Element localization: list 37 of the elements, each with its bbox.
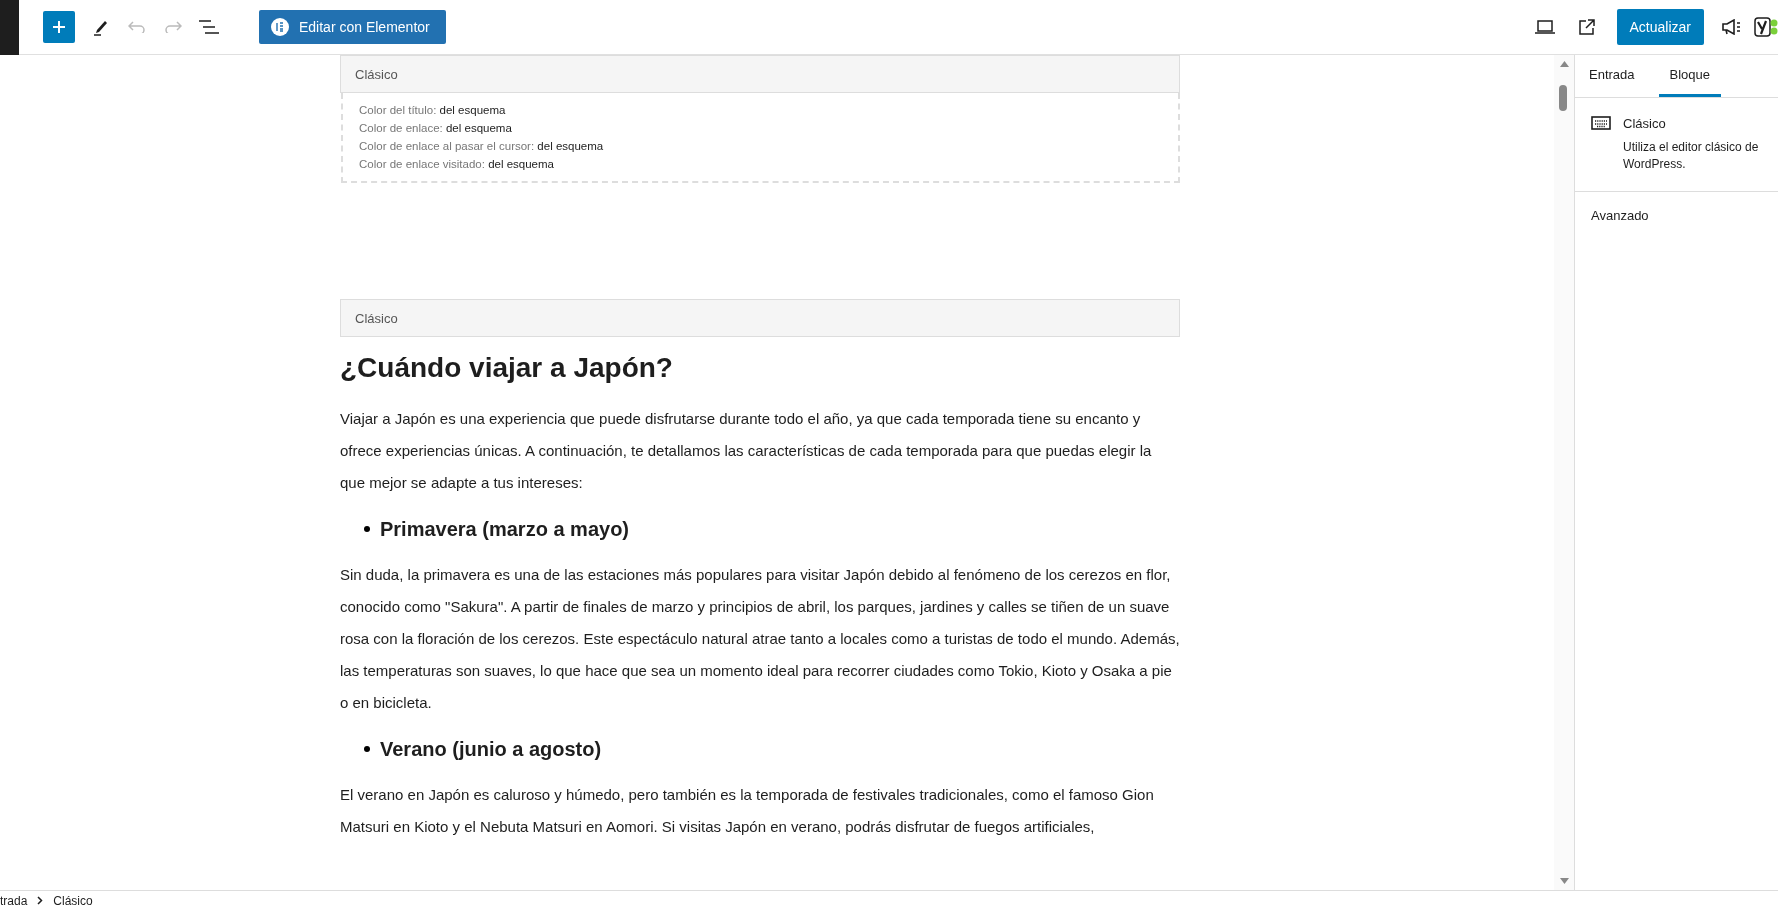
bullet-icon bbox=[364, 746, 370, 752]
scroll-up-icon[interactable] bbox=[1560, 61, 1569, 67]
subheading: Verano (junio a agosto) bbox=[380, 737, 602, 762]
setting-line: Color de enlace al pasar el cursor: del esquema bbox=[359, 139, 605, 154]
sidebar-tab[interactable]: Bloque bbox=[1658, 55, 1722, 97]
list-view-icon[interactable] bbox=[199, 20, 219, 34]
elementor-logo-icon bbox=[271, 18, 289, 36]
setting-line: Color del título: del esquema bbox=[359, 103, 507, 118]
block-header[interactable]: Clásico bbox=[340, 55, 1180, 93]
plus-icon bbox=[51, 19, 67, 35]
block-description: Utiliza el editor clásico de WordPress. bbox=[1623, 139, 1760, 173]
edit-with-elementor-button[interactable]: Editar con Elementor bbox=[259, 10, 446, 44]
pencil-icon[interactable] bbox=[93, 18, 109, 36]
subheading: Primavera (marzo a mayo) bbox=[380, 517, 629, 542]
update-button[interactable]: Actualizar bbox=[1616, 9, 1704, 45]
sidebar-edge bbox=[0, 0, 19, 55]
heading: ¿Cuándo viajar a Japón? bbox=[340, 351, 674, 385]
sidebar-tab[interactable]: Entrada bbox=[1581, 55, 1643, 97]
laptop-icon[interactable] bbox=[1534, 20, 1555, 34]
block-header[interactable]: Clásico bbox=[340, 299, 1180, 337]
megaphone-icon[interactable] bbox=[1722, 19, 1742, 35]
scroll-down-icon[interactable] bbox=[1560, 878, 1569, 884]
chevron-right-icon bbox=[37, 896, 44, 905]
external-link-icon[interactable] bbox=[1578, 19, 1595, 35]
breadcrumb-item[interactable]: Clásico bbox=[53, 893, 93, 908]
paragraph: Sin duda, la primavera es una de las estaciones más populares para visitar Japón debido al fenómeno de los cerezos en flor, conocido como "Sakura". A partir de finales de marzo y principios de abril, los parques, jardines y calles se tiñen de un suave rosa con la floración de los cerezos. Este espectáculo natural atrae tanto a locales como a turistas de todo el mundo. Además, las temperaturas son suaves, lo que hace que sea un momento ideal para recorrer ciudades como Tokio, Kioto y Osaka a pie o en bicicleta. bbox=[340, 565, 1180, 713]
block-name: Clásico bbox=[1623, 116, 1667, 131]
setting-line: Color de enlace: del esquema bbox=[359, 121, 513, 136]
breadcrumb-item[interactable]: trada bbox=[0, 893, 28, 908]
setting-line: Color de enlace visitado: del esquema bbox=[359, 157, 555, 172]
add-block-button[interactable] bbox=[43, 11, 75, 43]
bullet-icon bbox=[364, 526, 370, 532]
keyboard-icon bbox=[1591, 116, 1611, 130]
panel-title[interactable]: Avanzado bbox=[1575, 192, 1778, 239]
scrollbar-thumb[interactable] bbox=[1559, 85, 1567, 111]
paragraph: Viajar a Japón es una experiencia que puede disfrutarse durante todo el año, ya que cada temporada tiene su encanto y ofrece experiencias únicas. A continuación, te detallamos las características de cada temporada para que puedas elegir la que mejor se adapte a tus intereses: bbox=[340, 409, 1153, 493]
paragraph: El verano en Japón es caluroso y húmedo, pero también es la temporada de festivales tradicionales, como el famoso Gion Matsuri en Kioto y el Nebuta Matsuri en Aomori. Si visitas Japón en verano, podrás disfrutar de fuegos artificiales, bbox=[340, 785, 1155, 837]
